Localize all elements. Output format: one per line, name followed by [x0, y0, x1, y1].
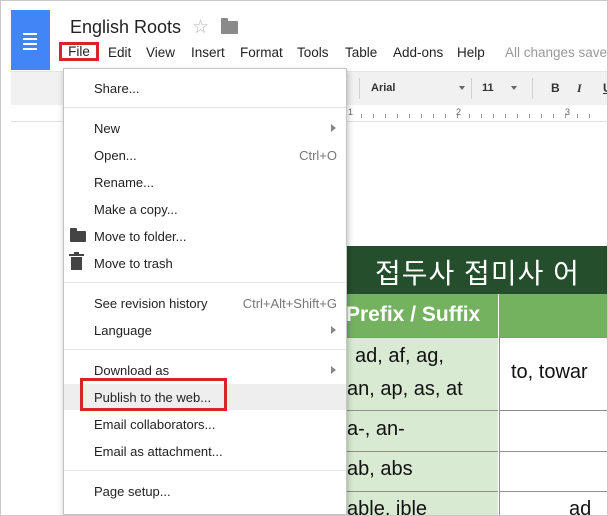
- ruler-tick: [493, 114, 494, 118]
- font-size-select[interactable]: 11: [482, 82, 494, 94]
- menu-insert[interactable]: Insert: [191, 45, 225, 60]
- menu-item-language[interactable]: Language: [64, 317, 346, 343]
- menu-item-label: Move to folder...: [94, 229, 187, 244]
- menu-item-email-collaborators[interactable]: Email collaborators...: [64, 411, 346, 437]
- ruler-tick: [553, 114, 554, 118]
- highlight-annotation: [80, 378, 227, 411]
- chevron-down-icon[interactable]: [511, 86, 517, 90]
- table-cell-text: a-, an-: [347, 418, 405, 440]
- menu-item-label: Language: [94, 323, 152, 338]
- ruler-tick: [589, 114, 590, 118]
- menu-item-shortcut: Ctrl+O: [299, 148, 337, 163]
- menu-item-label: New: [94, 121, 121, 136]
- ruler-tick: [517, 114, 518, 118]
- table-cell[interactable]: [499, 410, 607, 451]
- menu-item-label: See revision history: [94, 296, 208, 311]
- menu-item-label: Page setup...: [94, 484, 171, 499]
- file-menu-dropdown: Share... New Open... Ctrl+O Rename... Ma…: [63, 68, 347, 515]
- ruler-tick: [577, 114, 578, 118]
- menu-separator: [64, 282, 346, 283]
- menu-item-move-to-folder[interactable]: Move to folder...: [64, 223, 346, 249]
- ruler-tick: [373, 114, 374, 118]
- menu-item-label: Download as: [94, 363, 170, 378]
- ruler-tick: [469, 114, 470, 118]
- ruler-label: 1: [348, 107, 354, 117]
- menu-file[interactable]: File: [59, 42, 99, 61]
- ruler-tick: [505, 114, 506, 118]
- menu-item-make-copy[interactable]: Make a copy...: [64, 196, 346, 222]
- menu-item-label: Share...: [94, 81, 140, 96]
- menu-item-label: Email as attachment...: [94, 444, 223, 459]
- menu-item-label: Move to trash: [94, 256, 173, 271]
- table-cell[interactable]: [499, 451, 607, 491]
- folder-icon: [70, 228, 86, 242]
- table-subheader-prefix: Prefix / Suffix: [346, 303, 481, 326]
- menu-item-label: Email collaborators...: [94, 417, 216, 432]
- ruler-tick: [433, 114, 434, 118]
- menu-tools[interactable]: Tools: [297, 45, 329, 60]
- chevron-right-icon: [331, 326, 336, 334]
- font-select[interactable]: Arial: [371, 82, 395, 94]
- ruler-tick: [445, 114, 446, 118]
- menu-format[interactable]: Format: [240, 45, 283, 60]
- menu-item-page-setup[interactable]: Page setup...: [64, 478, 346, 504]
- ruler-tick: [397, 114, 398, 118]
- ruler-tick: [361, 114, 362, 118]
- menu-item-open[interactable]: Open... Ctrl+O: [64, 142, 346, 168]
- menu-table[interactable]: Table: [345, 45, 377, 60]
- ruler-tick: [481, 114, 482, 118]
- menu-item-rename[interactable]: Rename...: [64, 169, 346, 195]
- menu-item-label: Open...: [94, 148, 137, 163]
- ruler-tick: [385, 114, 386, 118]
- document-title[interactable]: English Roots: [70, 17, 181, 38]
- menu-separator: [64, 470, 346, 471]
- menu-edit[interactable]: Edit: [108, 45, 131, 60]
- toolbar-divider: [471, 78, 472, 99]
- docs-logo-icon[interactable]: [11, 10, 50, 70]
- menu-item-move-to-trash[interactable]: Move to trash: [64, 250, 346, 276]
- chevron-right-icon: [331, 366, 336, 374]
- toolbar-divider: [532, 78, 533, 99]
- menu-item-label: Make a copy...: [94, 202, 178, 217]
- ruler-label: 3: [565, 107, 571, 117]
- ruler-tick: [541, 114, 542, 118]
- underline-button[interactable]: U: [603, 81, 607, 95]
- table-cell-text: to, towar: [511, 361, 588, 383]
- ruler-tick: [409, 114, 410, 118]
- chevron-down-icon[interactable]: [459, 86, 465, 90]
- menu-addons[interactable]: Add-ons: [393, 45, 443, 60]
- menu-separator: [64, 107, 346, 108]
- table-cell-text: ad: [569, 498, 592, 516]
- menu-item-label: Rename...: [94, 175, 154, 190]
- app-window: English Roots ☆ File Edit View Insert Fo…: [0, 0, 608, 516]
- table-cell-text: an, ap, as, at: [347, 378, 463, 400]
- table-cell-text: ad, af, ag,: [355, 345, 444, 367]
- ruler-tick: [421, 114, 422, 118]
- menu-item-shortcut: Ctrl+Alt+Shift+G: [242, 296, 337, 311]
- bold-button[interactable]: B: [551, 81, 560, 95]
- menu-view[interactable]: View: [146, 45, 175, 60]
- toolbar-divider: [359, 78, 360, 99]
- menu-separator: [64, 349, 346, 350]
- table-cell[interactable]: [499, 491, 607, 515]
- menu-item-share[interactable]: Share...: [64, 75, 346, 101]
- table-divider: [498, 294, 499, 337]
- save-status: All changes saved: [505, 45, 608, 60]
- table-cell-text: ab, abs: [347, 458, 413, 480]
- ruler-label: 2: [456, 107, 462, 117]
- menu-help[interactable]: Help: [457, 45, 485, 60]
- menu-item-revision-history[interactable]: See revision history Ctrl+Alt+Shift+G: [64, 290, 346, 316]
- menu-item-email-attachment[interactable]: Email as attachment...: [64, 438, 346, 464]
- star-icon[interactable]: ☆: [192, 16, 209, 39]
- menu-item-new[interactable]: New: [64, 115, 346, 141]
- table-title: 접두사 접미사 어: [375, 258, 580, 289]
- table-cell-text: able, ible: [347, 498, 428, 516]
- chevron-right-icon: [331, 124, 336, 132]
- trash-icon: [69, 252, 84, 270]
- italic-button[interactable]: I: [577, 81, 582, 96]
- ruler-tick: [529, 114, 530, 118]
- folder-icon[interactable]: [221, 18, 238, 34]
